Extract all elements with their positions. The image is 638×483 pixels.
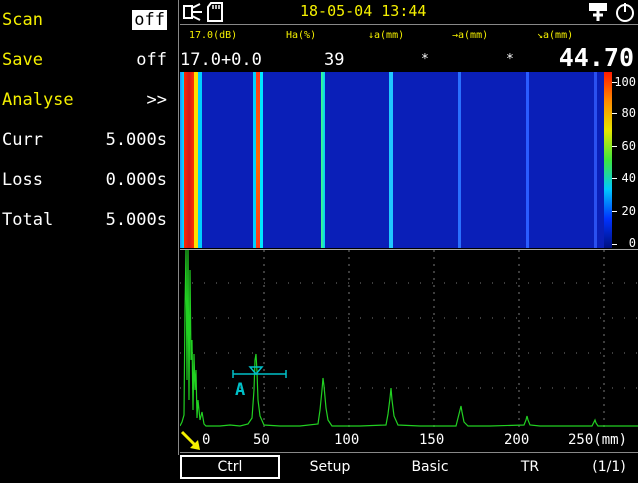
tab-basic[interactable]: Basic (385, 455, 475, 479)
x-tick-label: 50 (253, 432, 270, 448)
scale-label: 20 (621, 204, 636, 218)
menu-label-scan: Scan (2, 10, 43, 30)
power-icon (616, 3, 634, 22)
scan-line (184, 72, 194, 248)
probe-icon (183, 3, 202, 21)
menu-value-loss: 0.000s (105, 170, 167, 190)
grid-dots (180, 282, 638, 389)
waveform-trace (180, 250, 638, 427)
gain-label: 17.0(dB) (189, 30, 238, 41)
scale-label: 80 (621, 106, 636, 120)
depth-label: ↓a(mm) (368, 30, 405, 41)
menu-value-curr: 5.000s (105, 130, 167, 150)
menu-value-save[interactable]: off (136, 43, 167, 77)
menu-label-curr: Curr (2, 130, 43, 150)
page-indicator[interactable]: (1/1) (580, 455, 638, 479)
menu-label-save: Save (2, 50, 43, 70)
b-scan-view[interactable] (180, 72, 604, 248)
sound-path-value: 44.70 (558, 43, 634, 72)
scan-line (594, 72, 597, 248)
scale-tick (612, 146, 617, 147)
a-scan-waveform[interactable]: A (180, 250, 638, 430)
scale-label: 60 (621, 139, 636, 153)
menu-label-total: Total (2, 210, 54, 230)
menu-row-save[interactable]: Save off (0, 43, 176, 77)
menu-value-scan[interactable]: off (132, 10, 167, 30)
surface-distance-value: * (506, 52, 514, 67)
menu-value-total: 5.000s (105, 210, 167, 230)
menu-row-loss: Loss 0.000s (0, 163, 176, 197)
scale-tick (612, 113, 617, 114)
gain-value[interactable]: 17.0+0.0 (180, 50, 262, 70)
scale-label: 0 (628, 236, 636, 250)
scale-tick (612, 244, 617, 245)
menu-row-analyse[interactable]: Analyse >> (0, 83, 176, 117)
menu-label-analyse: Analyse (2, 90, 74, 110)
status-divider (180, 24, 638, 25)
tab-ctrl[interactable]: Ctrl (180, 455, 280, 479)
usb-icon (589, 3, 607, 21)
tab-bar-divider (180, 452, 638, 453)
scan-line (526, 72, 529, 248)
color-scale-bar (604, 72, 612, 248)
grid (263, 250, 605, 430)
sound-path-label: ↘a(mm) (537, 30, 574, 41)
datetime: 18-05-04 13:44 (300, 2, 427, 20)
x-tick-label: 150 (419, 432, 445, 448)
x-tick-label: 200 (504, 432, 530, 448)
vertical-divider (178, 0, 179, 455)
scale-label: 100 (614, 75, 636, 89)
menu-row-scan[interactable]: Scan off (0, 3, 176, 37)
gate-a[interactable] (232, 366, 287, 378)
x-tick-label: 0 (202, 432, 211, 448)
gate-a-label: A (235, 380, 245, 400)
scale-label: 40 (621, 171, 636, 185)
menu-row-curr: Curr 5.000s (0, 123, 176, 157)
scan-line (458, 72, 461, 248)
status-bar: 18-05-04 13:44 (180, 0, 638, 24)
scale-tick (612, 211, 617, 212)
menu-label-loss: Loss (2, 170, 43, 190)
scan-line (198, 72, 202, 248)
scale-tick (612, 178, 617, 179)
menu-row-total: Total 5.000s (0, 203, 176, 237)
sd-card-icon (207, 2, 223, 22)
amplitude-value: 39 (324, 50, 345, 70)
scan-line (321, 72, 325, 248)
x-tick-label: 250(mm) (568, 432, 628, 448)
cursor-arrow-icon[interactable] (180, 430, 204, 452)
menu-value-analyse[interactable]: >> (147, 83, 167, 117)
tab-setup[interactable]: Setup (285, 455, 375, 479)
scan-line (260, 72, 263, 248)
scan-line (389, 72, 393, 248)
depth-value: * (421, 52, 429, 67)
amplitude-label: Ha(%) (286, 30, 317, 41)
x-tick-label: 100 (334, 432, 360, 448)
tab-tr[interactable]: TR (485, 455, 575, 479)
surface-distance-label: →a(mm) (452, 30, 489, 41)
